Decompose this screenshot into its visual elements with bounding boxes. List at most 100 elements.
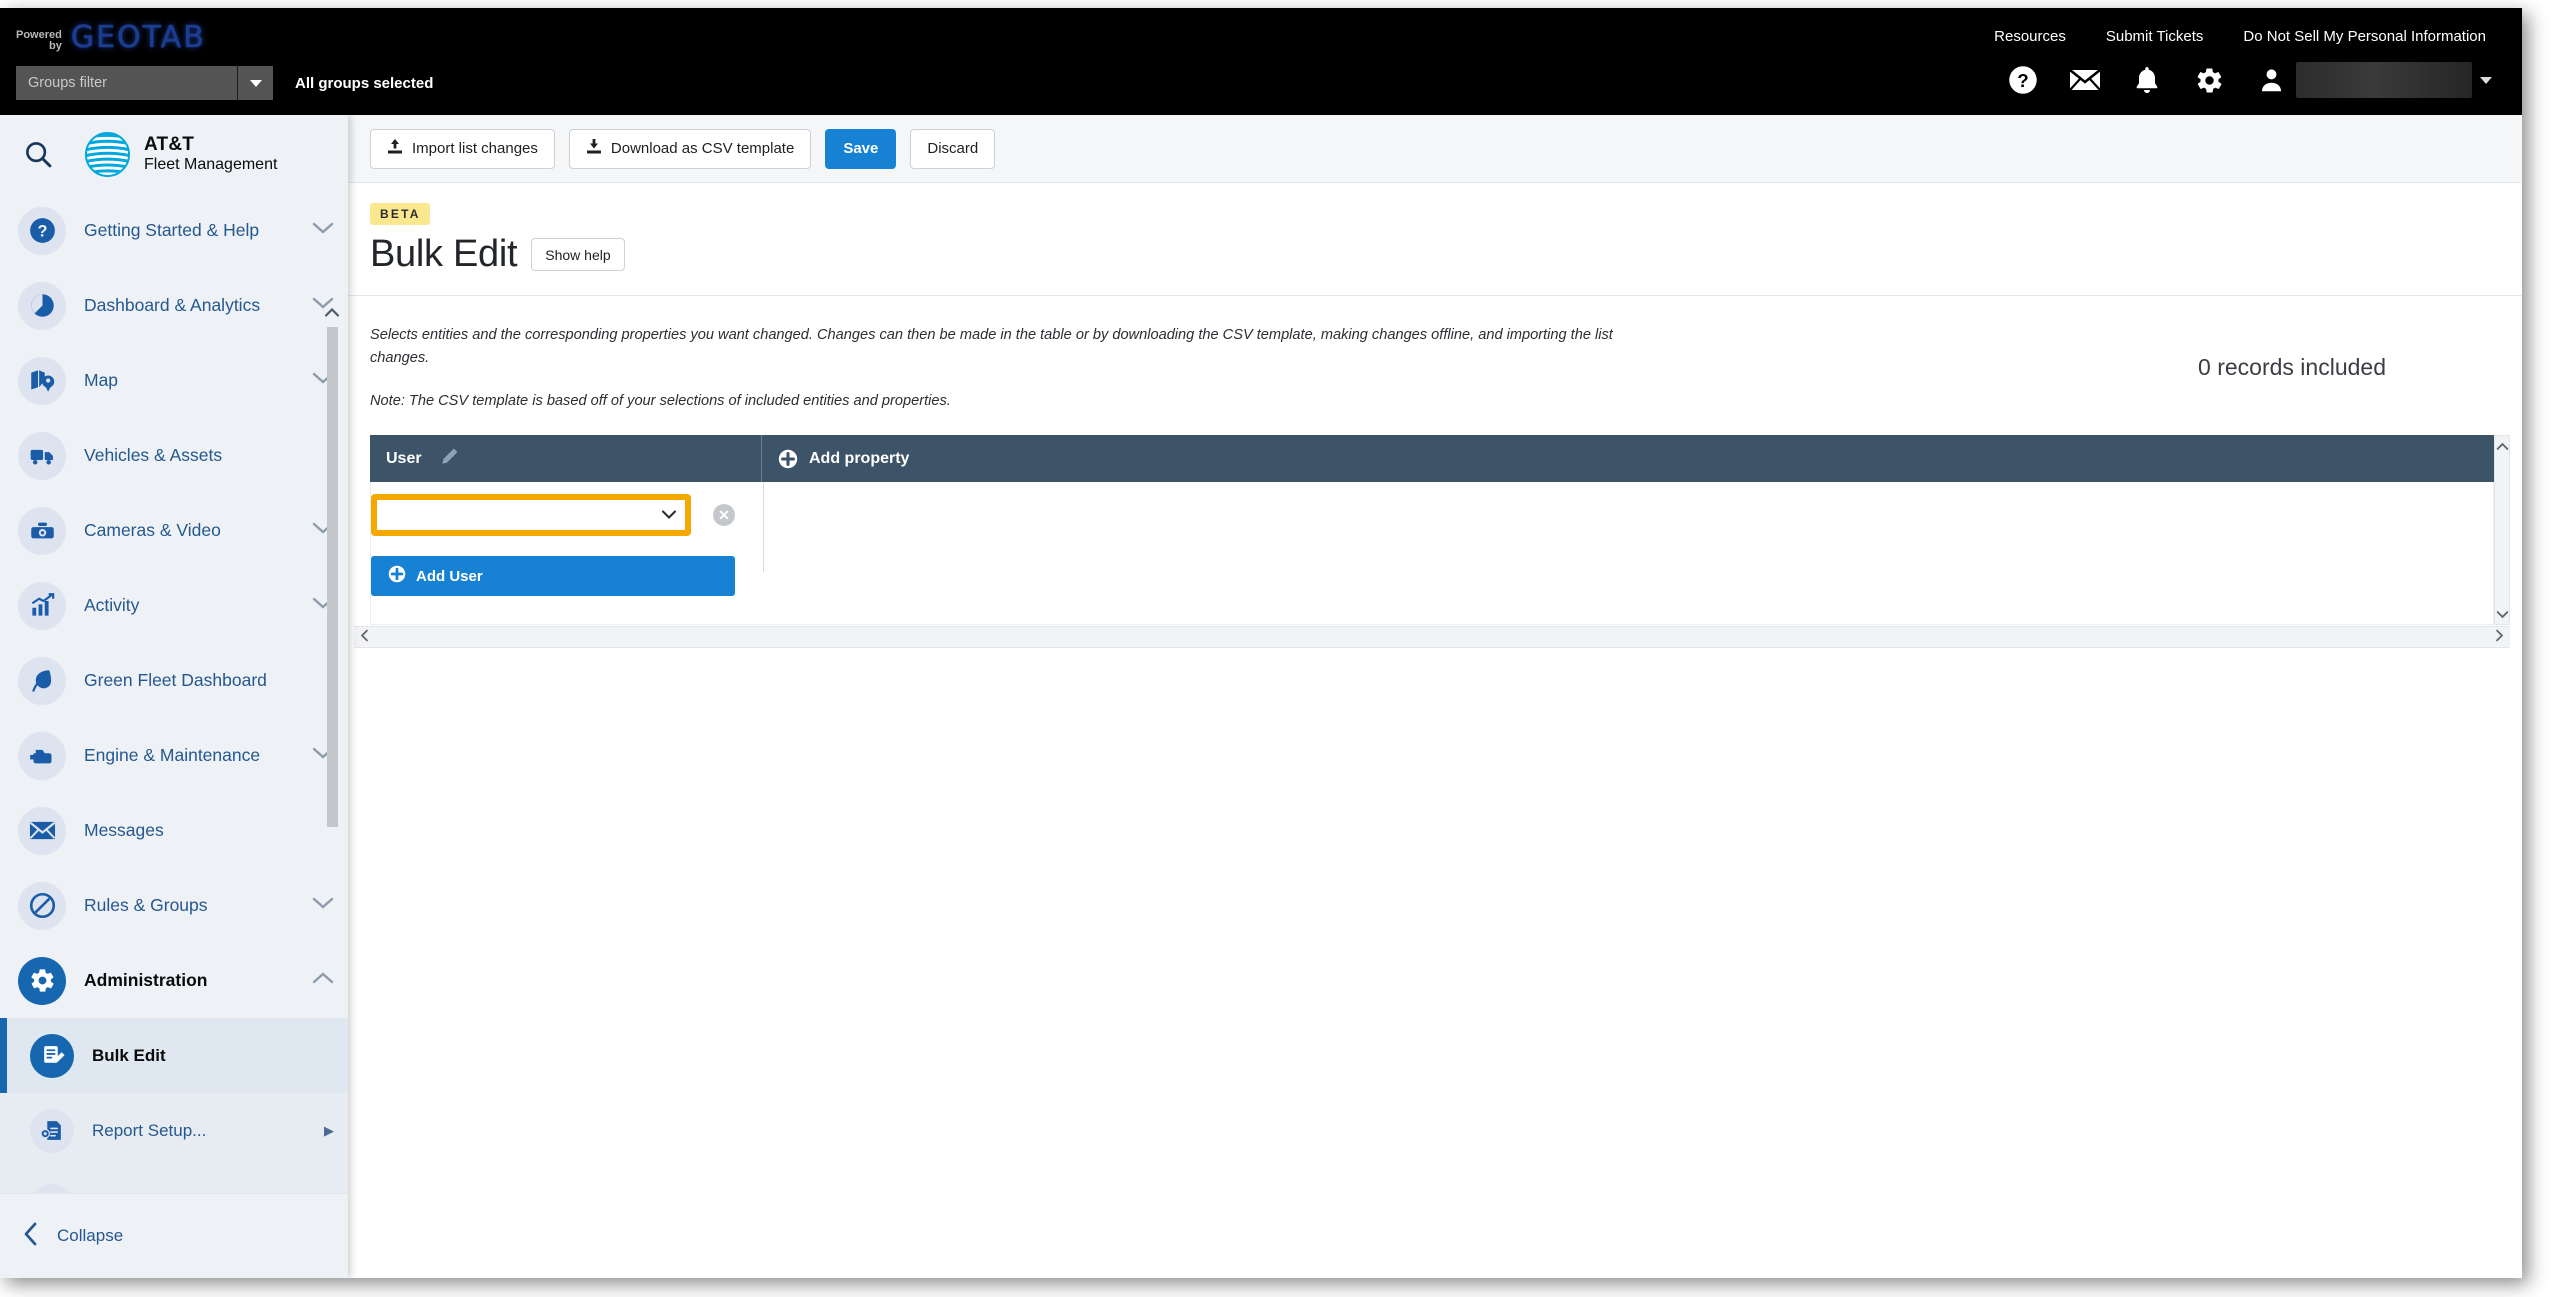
table-row: ✕ <box>371 494 735 536</box>
sidebar-scrollbar[interactable] <box>324 199 340 1199</box>
scroll-left-icon[interactable] <box>360 629 369 645</box>
sidebar-item-activity[interactable]: Activity <box>0 568 348 643</box>
download-icon <box>586 138 602 159</box>
table-horizontal-scrollbar[interactable] <box>354 626 2510 648</box>
description-zone: Selects entities and the corresponding p… <box>348 296 2522 413</box>
page-title-zone: BETA Bulk Edit Show help <box>348 183 2522 295</box>
fleet-management-label: Fleet Management <box>144 155 278 173</box>
scroll-up-icon[interactable] <box>2495 438 2509 454</box>
link-do-not-sell-my-personal-information[interactable]: Do Not Sell My Personal Information <box>2243 28 2486 45</box>
sidebar-item-green-fleet-dashboard[interactable]: Green Fleet Dashboard <box>0 643 348 718</box>
settings-gear-icon[interactable] <box>2192 63 2226 97</box>
no-entry-icon <box>18 881 66 930</box>
user-menu[interactable] <box>2254 62 2492 98</box>
collapse-label: Collapse <box>57 1226 124 1245</box>
sidebar-collapse-button[interactable]: Collapse <box>0 1193 348 1278</box>
dashcam-icon <box>18 506 66 555</box>
sidebar-item-report-setup[interactable]: Report Setup... ▶ <box>0 1093 348 1168</box>
notifications-bell-icon[interactable] <box>2130 63 2164 97</box>
question-circle-icon: ? <box>18 206 66 255</box>
user-avatar-icon[interactable] <box>2254 63 2288 97</box>
bulk-edit-icon <box>30 1033 74 1078</box>
download-csv-template-label: Download as CSV template <box>610 140 795 157</box>
edit-pencil-icon[interactable] <box>440 447 459 471</box>
show-help-button[interactable]: Show help <box>531 238 625 271</box>
page-description: Selects entities and the corresponding p… <box>370 327 1613 367</box>
scroll-up-icon[interactable] <box>324 303 340 321</box>
table-vertical-scrollbar[interactable] <box>2494 435 2510 625</box>
user-select-dropdown[interactable] <box>377 500 685 530</box>
groups-filter-dropdown[interactable]: Groups filter <box>16 66 273 100</box>
sidebar-item-label: Administration <box>84 970 208 990</box>
discard-button[interactable]: Discard <box>910 128 996 169</box>
sidebar-item-rules-groups[interactable]: Rules & Groups <box>0 868 348 943</box>
top-navigation-bar: Powered by GEOTAB Groups filter All grou… <box>0 8 2522 115</box>
engine-icon <box>18 731 66 780</box>
groups-filter-input[interactable]: Groups filter <box>16 66 238 100</box>
sidebar-item-label: Getting Started & Help <box>84 220 260 240</box>
sidebar-item-dashboard-analytics[interactable]: Dashboard & Analytics <box>0 268 348 343</box>
plus-circle-icon <box>778 449 798 469</box>
sidebar-header: AT&T Fleet Management <box>0 115 348 193</box>
sidebar-item-label: Cameras & Video <box>84 520 221 540</box>
top-links: Resources Submit Tickets Do Not Sell My … <box>1994 28 2486 45</box>
sidebar-item-label: Dashboard & Analytics <box>84 295 261 315</box>
sidebar-item-cameras-video[interactable]: Cameras & Video <box>0 493 348 568</box>
chevron-left-icon <box>22 1221 39 1252</box>
sidebar-scrollbar-thumb[interactable] <box>327 327 338 827</box>
search-icon[interactable] <box>18 134 58 174</box>
groups-filter-caret-icon[interactable] <box>238 66 273 100</box>
sidebar-item-label: Green Fleet Dashboard <box>84 670 267 690</box>
save-button[interactable]: Save <box>825 128 897 169</box>
beta-badge: BETA <box>370 203 430 225</box>
import-list-changes-button[interactable]: Import list changes <box>370 128 555 169</box>
left-sidebar: AT&T Fleet Management ? Getting Started … <box>0 115 348 1278</box>
sidebar-item-map[interactable]: Map <box>0 343 348 418</box>
column-divider <box>763 482 764 572</box>
svg-text:?: ? <box>2017 70 2028 91</box>
report-setup-icon <box>30 1108 74 1153</box>
by-word: by <box>49 40 62 52</box>
remove-row-button[interactable]: ✕ <box>713 504 735 526</box>
top-icon-bar: ? <box>2006 62 2492 98</box>
bar-chart-icon <box>18 581 66 630</box>
sidebar-nav-scroll: ? Getting Started & Help Dashboard & Ana… <box>0 193 348 1193</box>
user-select-highlight <box>371 494 691 536</box>
sidebar-item-label: Map <box>84 370 119 390</box>
sidebar-item-label: Messages <box>84 820 164 840</box>
sidebar-item-administration[interactable]: Administration <box>0 943 348 1018</box>
geotab-wordmark: GEOTAB <box>70 20 206 55</box>
add-property-button[interactable]: Add property <box>762 435 2494 482</box>
sidebar-item-label: Engine & Maintenance <box>84 745 261 765</box>
add-user-label: Add User <box>416 567 483 585</box>
records-included-count: 0 records included <box>2198 354 2386 380</box>
mail-icon[interactable] <box>2068 63 2102 97</box>
sidebar-item-vehicles-assets[interactable]: Vehicles & Assets <box>0 418 348 493</box>
all-groups-selected-label: All groups selected <box>295 74 434 92</box>
download-csv-template-button[interactable]: Download as CSV template <box>568 128 812 169</box>
sidebar-item-users[interactable]: Users <box>0 1168 348 1193</box>
column-header-user: User <box>370 435 762 482</box>
sidebar-item-bulk-edit[interactable]: Bulk Edit <box>0 1018 348 1093</box>
sidebar-item-label: Rules & Groups <box>84 895 208 915</box>
sidebar-item-label: Activity <box>84 595 140 615</box>
chevron-down-icon[interactable] <box>661 507 677 524</box>
user-menu-caret-icon[interactable] <box>2480 76 2492 84</box>
user-name-redacted <box>2296 62 2472 98</box>
sidebar-item-messages[interactable]: Messages <box>0 793 348 868</box>
upload-icon <box>387 138 403 159</box>
plus-circle-icon <box>388 565 406 587</box>
action-toolbar: Import list changes Download as CSV temp… <box>348 115 2522 183</box>
scroll-right-icon[interactable] <box>2495 629 2504 645</box>
link-resources[interactable]: Resources <box>1994 28 2066 45</box>
page-title: Bulk Edit <box>370 233 518 275</box>
add-user-button[interactable]: Add User <box>371 556 735 596</box>
scroll-down-icon[interactable] <box>2495 606 2509 622</box>
sidebar-item-engine-maintenance[interactable]: Engine & Maintenance <box>0 718 348 793</box>
link-submit-tickets[interactable]: Submit Tickets <box>2106 28 2204 45</box>
att-brand-label: AT&T <box>144 134 195 156</box>
main-content: Import list changes Download as CSV temp… <box>348 115 2522 1278</box>
help-icon[interactable]: ? <box>2006 63 2040 97</box>
sidebar-item-getting-started-help[interactable]: ? Getting Started & Help <box>0 193 348 268</box>
table-header-row: User Add property <box>370 435 2494 482</box>
